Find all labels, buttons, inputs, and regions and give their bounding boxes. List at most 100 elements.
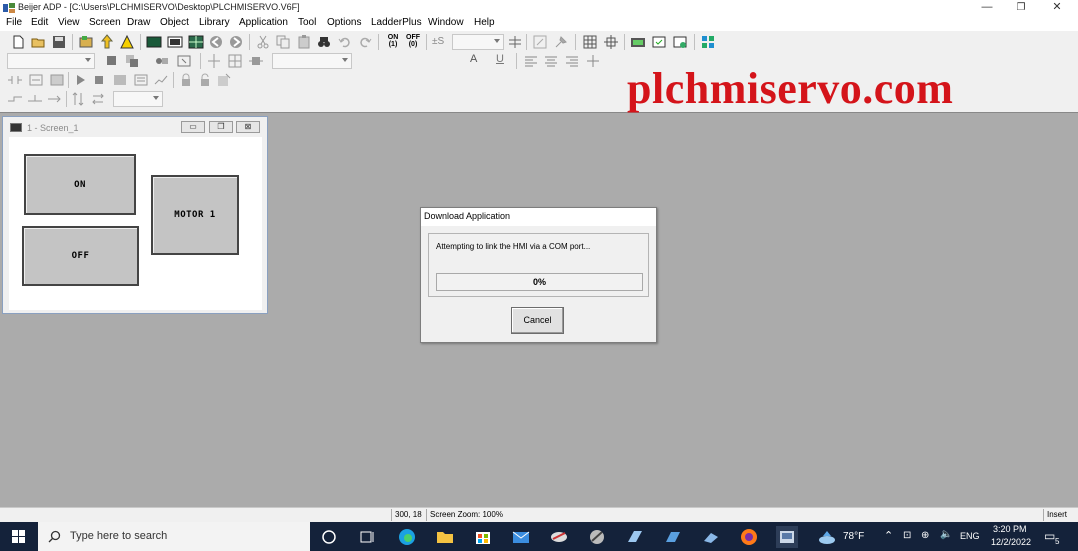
app-icon-6[interactable] — [586, 526, 608, 548]
back-icon[interactable] — [208, 34, 224, 50]
font-size-button[interactable]: A — [470, 53, 490, 69]
edge-icon[interactable] — [396, 526, 418, 548]
panel-icon[interactable] — [167, 34, 183, 50]
hmi-off-button[interactable]: OFF — [22, 226, 139, 286]
menu-help[interactable]: Help — [474, 17, 495, 28]
copy-icon[interactable] — [275, 34, 291, 50]
validate-icon[interactable] — [672, 34, 688, 50]
bring-front-icon[interactable] — [104, 53, 120, 69]
transfer-icon[interactable] — [630, 34, 646, 50]
up-down-icon[interactable] — [70, 91, 86, 107]
run-icon[interactable] — [72, 72, 88, 88]
weather-icon[interactable] — [816, 526, 838, 548]
zoom-area-icon[interactable] — [532, 34, 548, 50]
arrow-right-icon[interactable] — [47, 91, 63, 107]
underline-button[interactable]: U — [496, 53, 512, 69]
menu-draw[interactable]: Draw — [127, 17, 150, 28]
taskbar-search[interactable]: Type here to search — [38, 522, 310, 551]
menu-edit[interactable]: Edit — [31, 17, 48, 28]
menu-object[interactable]: Object — [160, 17, 189, 28]
open-folder-icon[interactable] — [30, 34, 46, 50]
ladder-contact-icon[interactable] — [7, 72, 23, 88]
sign-button[interactable]: ±S — [432, 34, 450, 50]
meet-now-icon[interactable]: ⊡ — [903, 530, 911, 541]
dialog-titlebar[interactable]: Download Application — [421, 208, 656, 226]
file-explorer-icon[interactable] — [434, 526, 456, 548]
store-icon[interactable] — [472, 526, 494, 548]
ladder-combo[interactable] — [113, 91, 163, 107]
swap-icon[interactable] — [90, 91, 106, 107]
menu-ladderplus[interactable]: LadderPlus — [371, 17, 422, 28]
value-combo[interactable] — [452, 34, 504, 50]
language-indicator[interactable]: ENG — [960, 531, 980, 541]
firefox-icon[interactable] — [738, 526, 760, 548]
app-icon-5[interactable] — [548, 526, 570, 548]
notification-center-icon[interactable]: ▭ — [1044, 529, 1055, 543]
upload-icon[interactable] — [99, 34, 115, 50]
font-combo[interactable] — [272, 53, 352, 69]
align-icon[interactable] — [507, 34, 523, 50]
connect-branch-icon[interactable] — [27, 91, 43, 107]
menu-application[interactable]: Application — [239, 17, 288, 28]
clock-time[interactable]: 3:20 PM — [993, 524, 1027, 534]
ungroup-icon[interactable] — [176, 53, 192, 69]
beijer-adp-taskbar-icon[interactable] — [776, 526, 798, 548]
save-icon[interactable] — [51, 34, 67, 50]
align-center-icon[interactable] — [206, 53, 222, 69]
tiles-icon[interactable] — [700, 34, 716, 50]
grid-icon[interactable] — [582, 34, 598, 50]
recipe-icon[interactable] — [133, 72, 149, 88]
stop-icon[interactable] — [91, 72, 107, 88]
simulate-icon[interactable] — [651, 34, 667, 50]
align-middle-icon[interactable] — [543, 53, 559, 69]
menu-file[interactable]: File — [6, 17, 22, 28]
set-off-button[interactable]: OFF (0) — [404, 34, 422, 50]
set-on-button[interactable]: ON (1) — [384, 34, 402, 50]
show-hidden-icons-icon[interactable]: ⌃ — [884, 529, 893, 542]
alarm-icon[interactable] — [112, 72, 128, 88]
mail-icon[interactable] — [510, 526, 532, 548]
menu-library[interactable]: Library — [199, 17, 230, 28]
cancel-button[interactable]: Cancel — [511, 307, 564, 334]
cortana-icon[interactable] — [318, 526, 340, 548]
hmi-on-button[interactable]: ON — [24, 154, 136, 215]
redo-icon[interactable] — [357, 34, 373, 50]
unlock-icon[interactable] — [197, 72, 213, 88]
plus-icon[interactable] — [585, 53, 601, 69]
connect-line-icon[interactable] — [7, 91, 23, 107]
close-button[interactable]: ✕ — [1040, 0, 1074, 16]
menu-options[interactable]: Options — [327, 17, 361, 28]
align-left-icon[interactable] — [523, 53, 539, 69]
warning-icon[interactable] — [119, 34, 135, 50]
screen-window[interactable]: 1 - Screen_1 ▭ ❐ ⊠ ON OFF MOTOR 1 — [2, 116, 268, 314]
app-icon-9[interactable] — [700, 526, 722, 548]
app-icon-8[interactable] — [662, 526, 684, 548]
menu-tool[interactable]: Tool — [298, 17, 316, 28]
forward-icon[interactable] — [228, 34, 244, 50]
ladder-io-icon[interactable] — [28, 72, 44, 88]
child-close-button[interactable]: ⊠ — [236, 121, 260, 133]
screen-window-titlebar[interactable]: 1 - Screen_1 ▭ ❐ ⊠ — [3, 117, 267, 137]
paste-icon[interactable] — [296, 34, 312, 50]
grid-screen-icon[interactable] — [188, 34, 204, 50]
find-icon[interactable] — [316, 34, 332, 50]
resize-icon[interactable] — [248, 53, 264, 69]
network-icon[interactable]: ⊕ — [921, 530, 929, 541]
screen-icon[interactable] — [146, 34, 162, 50]
send-back-icon[interactable] — [124, 53, 140, 69]
hmi-motor-indicator[interactable]: MOTOR 1 — [151, 175, 239, 255]
child-minimize-button[interactable]: ▭ — [181, 121, 205, 133]
pin-icon[interactable] — [553, 34, 569, 50]
screen-canvas[interactable]: ON OFF MOTOR 1 — [9, 137, 262, 310]
distribute-icon[interactable] — [227, 53, 243, 69]
restore-button[interactable]: ❐ — [1004, 0, 1038, 16]
object-combo[interactable] — [7, 53, 95, 69]
menu-view[interactable]: View — [58, 17, 80, 28]
menu-screen[interactable]: Screen — [89, 17, 121, 28]
start-button[interactable] — [0, 522, 38, 551]
ladder-display-icon[interactable] — [49, 72, 65, 88]
align-right-icon[interactable] — [564, 53, 580, 69]
trend-icon[interactable] — [153, 72, 169, 88]
minimize-button[interactable]: — — [970, 0, 1004, 16]
cut-icon[interactable] — [255, 34, 271, 50]
